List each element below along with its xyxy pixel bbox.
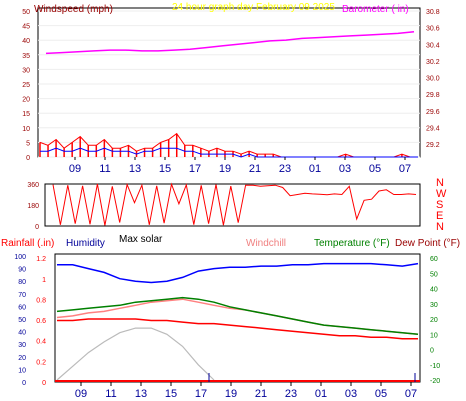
temperature-tick: 30 — [430, 302, 438, 309]
panel-1-x-tick-label: 03 — [339, 163, 351, 175]
panel-3-x-tick-label: 21 — [255, 388, 267, 400]
humidity-tick: 10 — [18, 367, 26, 374]
panel-1-x-tick-label: 01 — [309, 163, 321, 175]
panel-1-x-tick-label: 15 — [159, 163, 171, 175]
panel-1-frame — [37, 7, 421, 158]
humidity-tick: 30 — [18, 342, 26, 349]
panel-2-compass-label: N — [436, 221, 444, 233]
panel-1-x-tick-label: 07 — [399, 163, 411, 175]
panel-3-x-tick-label: 01 — [315, 388, 327, 400]
humidity-tick: 40 — [18, 330, 26, 337]
panel-1-right-tick: 29.8 — [426, 92, 440, 99]
panel-1-x-tick-label: 09 — [69, 163, 81, 175]
panel-3-x-tick-label: 13 — [135, 388, 147, 400]
dew-point-axis-label: Dew Point (°F) — [395, 238, 460, 249]
rainfall-tick: 0.6 — [36, 318, 46, 325]
panel-1-x-tick-label: 17 — [189, 163, 201, 175]
panel-3-x-tick-label: 07 — [405, 388, 417, 400]
humidity-tick: 60 — [18, 304, 26, 311]
panel-1-title: 24 hour graph day February 09 2025 — [172, 2, 335, 13]
rainfall-tick: 1 — [42, 277, 46, 284]
panel-3-x-tick-label: 11 — [105, 388, 116, 400]
panel-1-right-tick: 30.6 — [426, 26, 440, 33]
panel-1-right-tick: 29.2 — [426, 142, 440, 149]
panel-1-right-tick: 29.4 — [426, 125, 440, 132]
max-solar-label: Max solar — [119, 234, 163, 245]
panel-1-right-tick: 30.0 — [426, 76, 440, 83]
temperature-tick: 40 — [430, 287, 438, 294]
temperature-tick: -10 — [430, 363, 440, 370]
windchill-label: Windchill — [246, 238, 286, 249]
rainfall-tick: 0.4 — [36, 339, 46, 346]
humidity-tick: 50 — [18, 317, 26, 324]
panel-1-left-axis-label: Windspeed (mph) — [34, 4, 113, 15]
temperature-tick: 60 — [430, 256, 438, 263]
humidity-tick: 100 — [14, 254, 26, 261]
panel-1-left-tick: 35 — [22, 53, 30, 60]
panel-1-right-tick: 29.6 — [426, 109, 440, 116]
panel-1-x-tick-label: 11 — [99, 163, 110, 175]
temperature-tick: -20 — [430, 378, 440, 385]
panel-3-x-tick-label: 05 — [375, 388, 387, 400]
panel-1-x-tick-label: 19 — [219, 163, 231, 175]
panel-1-right-axis-label: Barometer ( in) — [342, 4, 409, 15]
panel-1-x-tick-label: 21 — [249, 163, 261, 175]
rainfall-tick: 1.2 — [36, 256, 46, 263]
panel-1-left-tick: 20 — [22, 97, 30, 104]
panel-1-left-tick: 10 — [22, 126, 30, 133]
panel-1-right-tick: 30.8 — [426, 9, 440, 16]
weather-chart: 0510152025303540455029.229.429.629.830.0… — [1, 2, 460, 400]
panel-2-left-tick: 0 — [35, 224, 39, 231]
humidity-tick: 70 — [18, 292, 26, 299]
humidity-tick: 80 — [18, 279, 26, 286]
temperature-axis-label: Temperature (°F) — [314, 238, 390, 249]
panel-3-x-tick-label: 23 — [285, 388, 297, 400]
rainfall-tick: 0.2 — [36, 359, 46, 366]
panel-3-x-tick-label: 19 — [225, 388, 237, 400]
humidity-axis-label: Humidity — [66, 238, 105, 249]
panel-1-right-tick: 30.2 — [426, 59, 440, 66]
panel-3-x-tick-label: 03 — [345, 388, 357, 400]
temperature-tick: 10 — [430, 332, 438, 339]
panel-1-x-tick-label: 13 — [129, 163, 141, 175]
panel-1-right-tick: 30.4 — [426, 42, 440, 49]
panel-1-left-tick: 0 — [26, 155, 30, 162]
panel-3-x-tick-label: 09 — [75, 388, 87, 400]
panel-1-left-tick: 30 — [22, 67, 30, 74]
humidity-tick: 90 — [18, 267, 26, 274]
panel-1-left-tick: 15 — [22, 111, 30, 118]
temperature-tick: 50 — [430, 271, 438, 278]
panel-1-x-tick-label: 23 — [279, 163, 291, 175]
temperature-tick: 20 — [430, 317, 438, 324]
panel-1-left-tick: 25 — [22, 82, 30, 89]
panel-1-x-tick-label: 05 — [369, 163, 381, 175]
panel-3-x-tick-label: 15 — [165, 388, 177, 400]
humidity-tick: 20 — [18, 355, 26, 362]
panel-3-frame — [54, 253, 421, 383]
humidity-tick: 0 — [22, 380, 26, 387]
rainfall-tick: 0.8 — [36, 297, 46, 304]
panel-1-left-tick: 50 — [22, 9, 30, 16]
temperature-tick: 0 — [430, 348, 434, 355]
panel-2-left-tick: 360 — [27, 182, 39, 189]
panel-1-left-tick: 5 — [26, 140, 30, 147]
panel-1-left-tick: 40 — [22, 38, 30, 45]
panel-3-x-tick-label: 17 — [195, 388, 207, 400]
rainfall-axis-label: Rainfall (.in) — [1, 238, 54, 249]
panel-1-left-tick: 45 — [22, 24, 30, 31]
panel-2-left-tick: 180 — [27, 203, 39, 210]
rainfall-tick: 0 — [42, 380, 46, 387]
